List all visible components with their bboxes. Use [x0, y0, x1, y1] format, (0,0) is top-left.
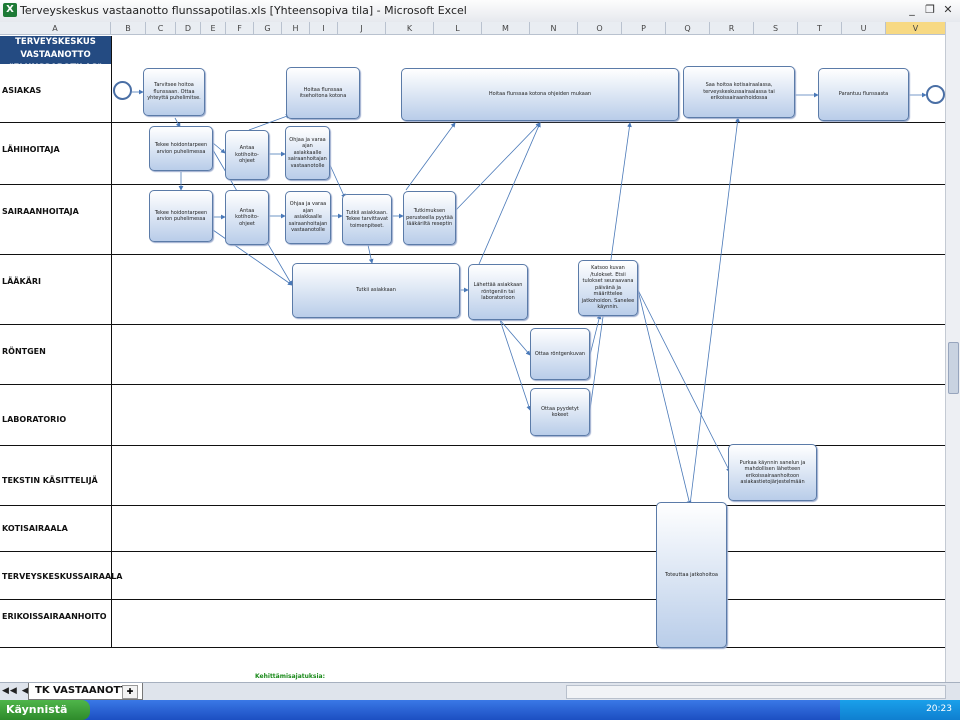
lane: RÖNTGEN [0, 325, 946, 385]
column-header[interactable]: C [146, 22, 176, 35]
column-header[interactable]: B [111, 22, 146, 35]
lane-label-lahihoitaja: LÄHIHOITAJA [2, 145, 60, 154]
column-header[interactable]: F [226, 22, 254, 35]
start-button[interactable]: Käynnistä [0, 700, 90, 720]
process-box: Tutkimuksen perusteella pyytää lääkärilt… [403, 191, 456, 245]
close-button[interactable]: ✕ [940, 2, 956, 18]
column-header[interactable]: P [622, 22, 666, 35]
process-box: Tutkii asiakkaan. Tekee tarvittavat toim… [342, 194, 392, 245]
column-header[interactable]: Q [666, 22, 710, 35]
column-header[interactable]: G [254, 22, 282, 35]
process-box: Katsoo kuvan /tulokset. Etsii tulokset s… [578, 260, 638, 316]
process-box: Toteuttaa jatkohoitoa [656, 502, 727, 648]
lane: ERIKOISSAIRAANHOITO [0, 600, 946, 648]
lane: KOTISAIRAALA [0, 506, 946, 552]
lane: TERVEYSKESKUSSAIRAALA [0, 552, 946, 600]
lane-divider [111, 36, 112, 648]
system-tray: 20:23 [840, 700, 960, 720]
lane-label-kotisairaala: KOTISAIRAALA [2, 524, 68, 533]
lane-label-laboratorio: LABORATORIO [2, 415, 67, 424]
process-box: Tekee hoidontarpeen arvion puhelimessa [149, 190, 213, 242]
insert-sheet-icon[interactable]: ✚ [122, 685, 138, 699]
restore-button[interactable]: ❐ [922, 2, 938, 18]
process-box: Ohjaa ja varaa ajan asiakkaalle sairaanh… [285, 126, 330, 180]
process-box: Ohjaa ja varaa ajan asiakkaalle sairaanh… [285, 191, 331, 244]
process-box: Hoitaa flunssaa itsehoitona kotona [286, 67, 360, 119]
process-box: Saa hoitoa kotisairaalassa, terveyskesku… [683, 66, 795, 118]
scrollbar-thumb[interactable] [948, 342, 959, 394]
process-box: Antaa kotihoito-ohjeet [225, 130, 269, 180]
sheet-tabs-bar: ◀◀ ◀ ▶ ▶▶ TK VASTAANOTTO ✚ [0, 682, 960, 700]
column-header[interactable]: E [201, 22, 226, 35]
process-box: Ottaa röntgenkuvan [530, 328, 590, 380]
sheet-title[interactable]: TERVEYSKESKUS VASTAANOTTO "FLUNSSAPOTILA… [0, 36, 111, 73]
process-box: Tarvitsee hoitoa flunssaan. Ottaa yhteyt… [143, 68, 205, 116]
process-box: Purkaa käynnin sanelun ja mahdollisen lä… [728, 444, 817, 501]
column-header[interactable]: T [798, 22, 842, 35]
column-header[interactable]: S [754, 22, 798, 35]
process-box: Antaa kotihoito-ohjeet [225, 190, 269, 245]
column-header[interactable]: U [842, 22, 886, 35]
window-controls: _ ❐ ✕ [904, 2, 956, 18]
minimize-button[interactable]: _ [904, 2, 920, 18]
start-circle [113, 81, 132, 100]
column-header[interactable]: M [482, 22, 530, 35]
lane-label-tekstin-kasittelija: TEKSTIN KÄSITTELIJÄ [2, 476, 98, 485]
process-box: Hoitaa flunssaa kotona ohjeiden mukaan [401, 68, 679, 121]
column-header[interactable]: N [530, 22, 578, 35]
lane: LABORATORIO [0, 385, 946, 446]
lane-label-laakari: LÄÄKÄRI [2, 277, 42, 286]
vertical-scrollbar[interactable] [945, 22, 960, 682]
window-titlebar: X Terveyskeskus vastaanotto flunssapotil… [0, 0, 960, 23]
column-header[interactable]: H [282, 22, 310, 35]
column-header[interactable]: V [886, 22, 946, 35]
process-box: Parantuu flunssasta [818, 68, 909, 121]
lane-label-asiakas: ASIAKAS [2, 86, 42, 95]
column-header[interactable]: D [176, 22, 201, 35]
lane: SAIRAANHOITAJA [0, 185, 946, 255]
column-header[interactable]: O [578, 22, 622, 35]
column-header[interactable]: R [710, 22, 754, 35]
column-header[interactable]: J [338, 22, 386, 35]
window-title: Terveyskeskus vastaanotto flunssapotilas… [20, 4, 467, 17]
process-box: Tekee hoidontarpeen arvion puhelimessa [149, 126, 213, 171]
excel-icon: X [3, 3, 17, 17]
process-box: Ottaa pyydetyt kokeet [530, 388, 590, 436]
horizontal-scrollbar[interactable] [566, 685, 946, 699]
lane-label-erikoissairaanhoito: ERIKOISSAIRAANHOITO [2, 612, 107, 621]
column-header[interactable]: K [386, 22, 434, 35]
lane-label-sairaanhoitaja: SAIRAANHOITAJA [2, 207, 79, 216]
process-box: Lähettää asiakkaan röntgeniin tai labora… [468, 264, 528, 320]
development-note: Kehittämisajatuksia: [255, 673, 325, 680]
lane-label-terveyskeskussairaala: TERVEYSKESKUSSAIRAALA [2, 572, 123, 581]
column-header[interactable]: A [0, 22, 111, 35]
lane-label-rontgen: RÖNTGEN [2, 347, 46, 356]
end-circle [926, 85, 945, 104]
process-box: Tutkii asiakkaan [292, 263, 460, 318]
lane: LÄHIHOITAJA [0, 123, 946, 185]
windows-taskbar: Käynnistä 20:23 [0, 700, 960, 720]
column-header[interactable]: L [434, 22, 482, 35]
clock: 20:23 [926, 704, 952, 714]
column-header[interactable]: I [310, 22, 338, 35]
